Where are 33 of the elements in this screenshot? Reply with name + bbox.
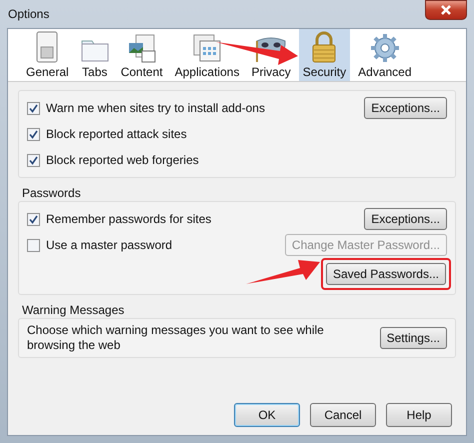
- preference-tab[interactable]: Content: [116, 29, 167, 81]
- preference-tab[interactable]: Advanced: [354, 29, 416, 81]
- preference-tab[interactable]: General: [22, 29, 73, 81]
- checkbox[interactable]: [27, 154, 40, 166]
- document-icon: [126, 33, 157, 63]
- saved-passwords-button[interactable]: Saved Passwords...: [326, 263, 446, 285]
- checkbox-label: Block reported web forgeries: [46, 153, 200, 167]
- gear-icon: [370, 33, 400, 63]
- close-button[interactable]: [425, 0, 467, 20]
- checkbox-label: Use a master password: [46, 238, 174, 252]
- checkbox[interactable]: [27, 238, 40, 252]
- checkbox[interactable]: [27, 102, 40, 114]
- checkbox-label: Block reported attack sites: [46, 127, 188, 141]
- group-title: Warning Messages: [21, 303, 126, 317]
- group-title: Passwords: [21, 186, 82, 200]
- dialog-button[interactable]: Cancel: [310, 403, 376, 427]
- checkbox-label: Remember passwords for sites: [46, 212, 212, 226]
- preference-tab[interactable]: Tabs: [76, 29, 113, 81]
- window-title: Options: [7, 7, 50, 21]
- application-window-icon: [192, 33, 222, 63]
- settings-button[interactable]: Settings...: [380, 327, 447, 349]
- description-text: Choose which warning messages you want to see while browsing the web: [27, 323, 325, 353]
- preference-tab[interactable]: Security: [298, 29, 350, 81]
- checkbox[interactable]: [27, 128, 40, 140]
- preference-tab[interactable]: Applications: [170, 29, 244, 81]
- close-icon: [440, 5, 452, 15]
- exceptions-button[interactable]: Exceptions...: [364, 97, 447, 119]
- checkbox[interactable]: [27, 212, 40, 226]
- padlock-icon: [310, 31, 338, 63]
- dialog-button[interactable]: OK: [234, 403, 300, 427]
- password-button[interactable]: Exceptions...: [364, 208, 447, 230]
- dialog-button[interactable]: Help: [386, 403, 452, 427]
- checkbox-label: Warn me when sites try to install add-ons: [46, 101, 266, 115]
